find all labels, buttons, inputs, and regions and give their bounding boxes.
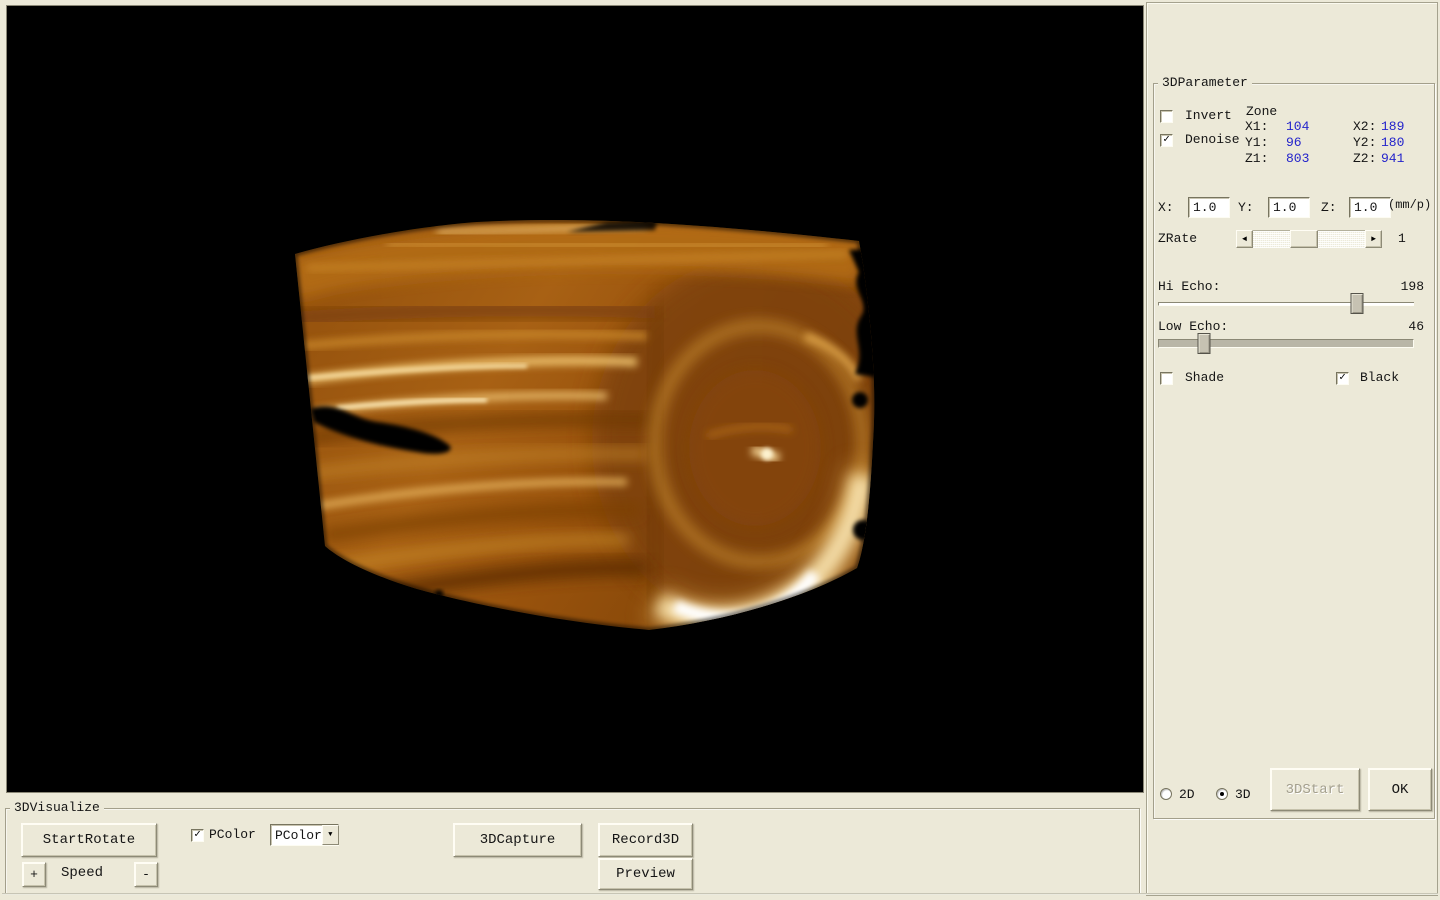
zrate-right-arrow-icon[interactable]: ► <box>1365 230 1382 248</box>
zrate-scrollbar[interactable]: ◄ ► <box>1236 230 1382 248</box>
zrate-track[interactable] <box>1253 230 1365 248</box>
mode-2d-label: 2D <box>1179 787 1195 802</box>
mode-3d-radio[interactable] <box>1216 788 1228 800</box>
render-viewport[interactable] <box>6 5 1144 793</box>
window-bottom-edge <box>2 893 1438 895</box>
z-scale-field[interactable] <box>1349 197 1391 218</box>
mode-2d-radio[interactable] <box>1160 788 1172 800</box>
shade-checkbox[interactable] <box>1160 372 1173 385</box>
dropdown-arrow-icon[interactable]: ▼ <box>322 825 339 845</box>
invert-checkbox[interactable] <box>1160 110 1173 123</box>
visualize-title: 3DVisualize <box>10 800 104 816</box>
zrate-thumb[interactable] <box>1290 230 1318 248</box>
hi-echo-slider[interactable] <box>1158 293 1414 314</box>
low-echo-thumb[interactable] <box>1198 333 1211 354</box>
hi-echo-thumb[interactable] <box>1350 293 1363 314</box>
hi-echo-label: Hi Echo: <box>1158 279 1220 294</box>
zrate-left-arrow-icon[interactable]: ◄ <box>1236 230 1253 248</box>
x-scale-field[interactable] <box>1188 197 1230 218</box>
preview-button[interactable]: Preview <box>598 858 693 890</box>
invert-label: Invert <box>1185 108 1232 123</box>
zone-x2-value: 189 <box>1381 119 1404 134</box>
zone-z1-value: 803 <box>1286 151 1309 166</box>
zone-label: Zone <box>1246 104 1277 119</box>
z-scale-label: Z: <box>1321 200 1337 215</box>
zone-z1-label: Z1: <box>1245 151 1268 166</box>
y-scale-field[interactable] <box>1268 197 1310 218</box>
x-scale-label: X: <box>1158 200 1174 215</box>
scale-unit-label: (mm/p) <box>1388 198 1431 212</box>
pcolor-label: PColor <box>209 827 256 842</box>
shade-label: Shade <box>1185 370 1224 385</box>
zone-z2-value: 941 <box>1381 151 1404 166</box>
visualize-groupbox: 3DVisualize StartRotate ✓ PColor PColor … <box>5 808 1140 894</box>
low-echo-label: Low Echo: <box>1158 319 1228 334</box>
parameter-groupbox: 3DParameter Invert ✓ Denoise Zone X1: 10… <box>1153 83 1435 819</box>
zrate-label: ZRate <box>1158 231 1197 246</box>
y-scale-label: Y: <box>1238 200 1254 215</box>
denoise-label: Denoise <box>1185 132 1240 147</box>
low-echo-slider[interactable] <box>1158 333 1414 354</box>
low-echo-track[interactable] <box>1158 339 1414 348</box>
record3d-button[interactable]: Record3D <box>598 823 693 857</box>
mode-3d-label: 3D <box>1235 787 1251 802</box>
pcolor-select-value: PColor <box>271 825 322 845</box>
app-window: 3DParameter Invert ✓ Denoise Zone X1: 10… <box>0 0 1440 900</box>
zone-z2-label: Z2: <box>1353 151 1376 166</box>
zone-x1-label: X1: <box>1245 119 1268 134</box>
pcolor-select[interactable]: PColor ▼ <box>270 824 339 846</box>
zone-x2-label: X2: <box>1353 119 1376 134</box>
zone-y2-value: 180 <box>1381 135 1404 150</box>
parameter-panel: 3DParameter Invert ✓ Denoise Zone X1: 10… <box>1146 2 1438 896</box>
zone-y1-label: Y1: <box>1245 135 1268 150</box>
zone-y1-value: 96 <box>1286 135 1302 150</box>
speed-minus-button[interactable]: - <box>134 862 158 887</box>
start-rotate-button[interactable]: StartRotate <box>21 823 157 857</box>
black-checkbox[interactable]: ✓ <box>1336 372 1349 385</box>
zone-x1-value: 104 <box>1286 119 1309 134</box>
ok-button[interactable]: OK <box>1368 768 1432 811</box>
black-label: Black <box>1360 370 1399 385</box>
speed-label: Speed <box>61 865 103 881</box>
zone-y2-label: Y2: <box>1353 135 1376 150</box>
low-echo-value: 46 <box>1334 319 1424 334</box>
3dstart-button[interactable]: 3DStart <box>1270 768 1360 811</box>
hi-echo-track[interactable] <box>1158 302 1414 306</box>
volume-render <box>7 6 1145 794</box>
parameter-title: 3DParameter <box>1158 75 1252 91</box>
zrate-value: 1 <box>1398 231 1406 246</box>
hi-echo-value: 198 <box>1334 279 1424 294</box>
3dcapture-button[interactable]: 3DCapture <box>453 823 582 857</box>
denoise-checkbox[interactable]: ✓ <box>1160 134 1173 147</box>
pcolor-checkbox[interactable]: ✓ <box>191 829 204 842</box>
speed-plus-button[interactable]: + <box>22 862 46 887</box>
